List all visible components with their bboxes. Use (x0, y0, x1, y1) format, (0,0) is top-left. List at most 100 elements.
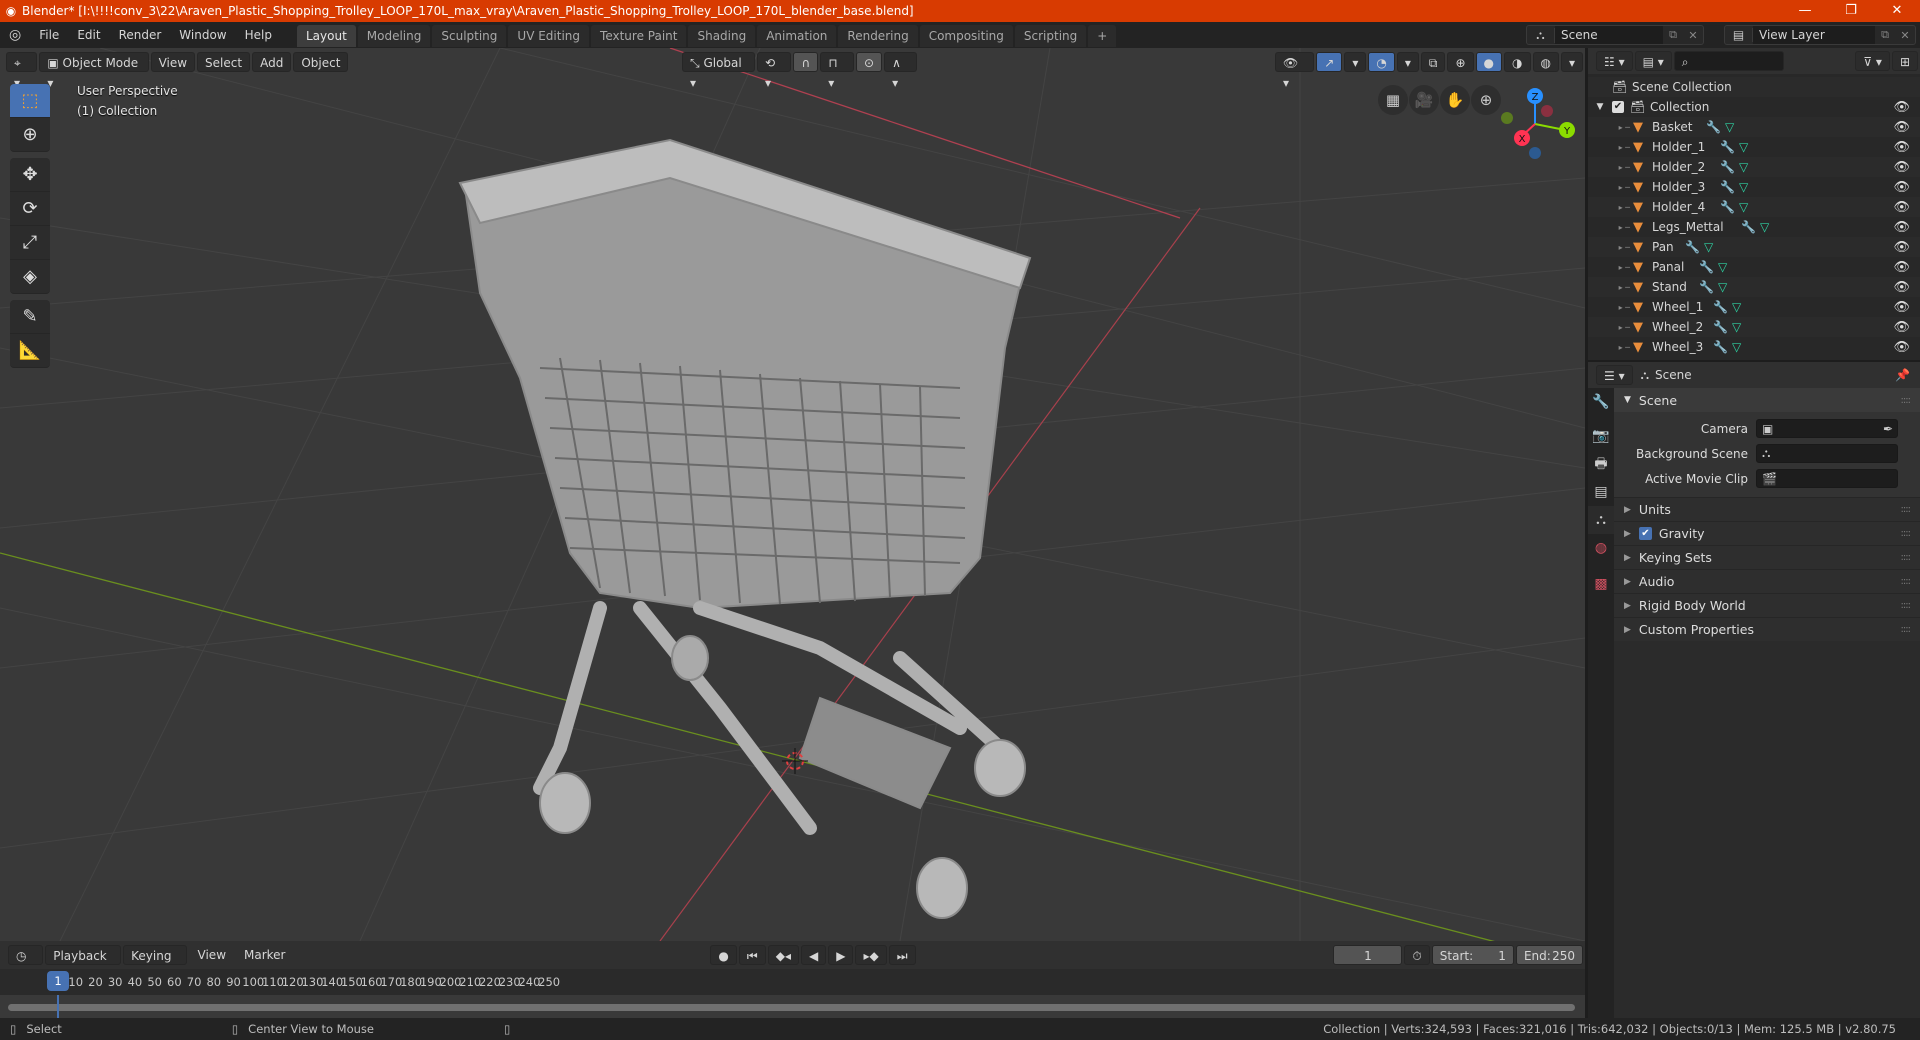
eye-icon[interactable]: 👁 (1893, 160, 1910, 175)
drag-grip-icon[interactable]: :::: (1901, 600, 1912, 611)
eye-icon[interactable]: 👁 (1893, 320, 1910, 335)
select-box-tool[interactable]: ⬚ (10, 84, 50, 118)
eye-icon[interactable]: 👁 (1893, 180, 1910, 195)
modifier-wrench-icon[interactable]: 🔧 (1685, 240, 1700, 254)
drag-grip-icon[interactable]: :::: (1901, 624, 1912, 635)
expand-arrow-icon[interactable]: ▸ ─ (1588, 223, 1630, 232)
panel-audio[interactable]: ▶ Audio:::: (1614, 569, 1920, 593)
mesh-data-icon[interactable]: ▽ (1732, 320, 1741, 334)
mesh-data-icon[interactable]: ▽ (1718, 280, 1727, 294)
menu-object[interactable]: Object (293, 52, 349, 72)
panel-rigid-body-world[interactable]: ▶ Rigid Body World:::: (1614, 593, 1920, 617)
end-frame-field[interactable]: End: 250 (1515, 945, 1583, 965)
outliner-object-row[interactable]: ▸ ─ ▼ Pan 🔧 ▽ 👁 (1588, 237, 1920, 257)
eye-icon[interactable]: 👁 (1893, 240, 1910, 255)
modifier-wrench-icon[interactable]: 🔧 (1706, 120, 1721, 134)
expand-arrow-icon[interactable]: ▸ ─ (1588, 183, 1630, 192)
expand-arrow-icon[interactable]: ▸ ─ (1588, 123, 1630, 132)
scene-panel-header[interactable]: ▼ Scene :::: (1614, 388, 1920, 412)
transform-tool[interactable]: ◈ (10, 260, 50, 294)
panel-gravity[interactable]: ▶ ✔ Gravity:::: (1614, 521, 1920, 545)
expand-arrow-icon[interactable]: ▸ ─ (1588, 303, 1630, 312)
scene-collection-row[interactable]: 🗃 Scene Collection (1588, 77, 1920, 97)
transform-orientation-dropdown[interactable]: ⤡ Global ▾ (682, 52, 756, 90)
eyedropper-icon[interactable]: ✒ (1883, 422, 1893, 436)
overlay-dropdown[interactable]: ▾ (1396, 52, 1419, 72)
mesh-data-icon[interactable]: ▽ (1732, 300, 1741, 314)
outliner-object-row[interactable]: ▸ ─ ▼ Holder_1 🔧 ▽ 👁 (1588, 137, 1920, 157)
drag-grip-icon[interactable]: :::: (1901, 552, 1912, 563)
eye-icon[interactable]: 👁 (1893, 260, 1910, 275)
modifier-wrench-icon[interactable]: 🔧 (1713, 320, 1728, 334)
panel-custom-properties[interactable]: ▶ Custom Properties:::: (1614, 617, 1920, 641)
tab-sculpting[interactable]: Sculpting (432, 25, 507, 47)
modifier-wrench-icon[interactable]: 🔧 (1720, 200, 1735, 214)
mesh-data-icon[interactable]: ▽ (1732, 340, 1741, 354)
rotate-tool[interactable]: ⟳ (10, 192, 50, 226)
outliner-object-row[interactable]: ▸ ─ ▼ Wheel_2 🔧 ▽ 👁 (1588, 317, 1920, 337)
drag-grip-icon[interactable]: :::: (1901, 528, 1912, 539)
mesh-data-icon[interactable]: ▽ (1739, 180, 1748, 194)
eye-icon[interactable]: 👁 (1893, 300, 1910, 315)
drag-grip-icon[interactable]: :::: (1901, 576, 1912, 587)
add-workspace-button[interactable]: + (1088, 25, 1117, 47)
measure-tool[interactable]: 📐 (10, 334, 50, 368)
filter-dropdown[interactable]: ⊽ ▾ (1855, 51, 1890, 71)
move-tool[interactable]: ✥ (10, 158, 50, 192)
mesh-data-icon[interactable]: ▽ (1739, 140, 1748, 154)
expand-arrow-icon[interactable]: ▸ ─ (1588, 203, 1630, 212)
mesh-data-icon[interactable]: ▽ (1704, 240, 1713, 254)
camera-view-icon[interactable]: 🎥 (1409, 85, 1439, 115)
menu-select[interactable]: Select (197, 52, 251, 72)
modifier-wrench-icon[interactable]: 🔧 (1720, 180, 1735, 194)
outliner-object-row[interactable]: ▸ ─ ▼ Legs_Mettal 🔧 ▽ 👁 (1588, 217, 1920, 237)
eye-icon[interactable]: 👁 (1893, 140, 1910, 155)
panel-units[interactable]: ▶ Units:::: (1614, 497, 1920, 521)
timeline-menu-view[interactable]: View (189, 942, 235, 968)
menu-window[interactable]: Window (170, 22, 235, 48)
delete-scene-icon[interactable]: ✕ (1683, 29, 1703, 42)
xray-toggle[interactable]: ⧉ (1420, 52, 1446, 72)
eye-icon[interactable]: 👁 (1893, 120, 1910, 135)
view-layer-tab[interactable]: ▤ (1588, 478, 1614, 506)
close-button[interactable]: ✕ (1874, 0, 1920, 22)
tab-compositing[interactable]: Compositing (919, 25, 1013, 47)
menu-add[interactable]: Add (252, 52, 292, 72)
current-frame-field[interactable]: 1 (1333, 945, 1403, 965)
pin-icon[interactable]: 📌 (1895, 368, 1910, 382)
scene-name-field[interactable]: Scene (1555, 26, 1663, 44)
prev-keyframe-button[interactable]: ◆◂ (767, 945, 799, 965)
snap-toggle[interactable]: ∩ (793, 52, 819, 72)
tool-tab[interactable]: 🔧 (1588, 388, 1614, 416)
texture-tab[interactable]: ▩ (1588, 570, 1614, 598)
expand-arrow-icon[interactable]: ▸ ─ (1588, 163, 1630, 172)
gizmo-toggle[interactable]: ↗ (1316, 52, 1343, 72)
scene-tab[interactable]: ⛬ (1588, 506, 1614, 534)
expand-arrow-icon[interactable]: ▸ ─ (1588, 263, 1630, 272)
outliner-object-row[interactable]: ▸ ─ ▼ Wheel_3 🔧 ▽ 👁 (1588, 337, 1920, 357)
tab-animation[interactable]: Animation (757, 25, 837, 47)
eye-icon[interactable]: 👁 (1893, 200, 1910, 215)
navigation-gizmo[interactable]: Z Y X (1490, 80, 1580, 170)
modifier-wrench-icon[interactable]: 🔧 (1741, 220, 1756, 234)
jump-end-button[interactable]: ⏭ (888, 945, 916, 965)
snap-target-dropdown[interactable]: ⊓ ▾ (820, 52, 855, 90)
world-tab[interactable]: ◍ (1588, 534, 1614, 562)
expand-arrow-icon[interactable]: ▸ ─ (1588, 143, 1630, 152)
proportional-falloff-dropdown[interactable]: ∧ ▾ (884, 52, 918, 90)
outliner-object-row[interactable]: ▸ ─ ▼ Wheel_1 🔧 ▽ 👁 (1588, 297, 1920, 317)
tab-modeling[interactable]: Modeling (357, 25, 431, 47)
play-button[interactable]: ▶ (828, 945, 854, 965)
output-tab[interactable]: 🖶 (1588, 450, 1614, 478)
menu-edit[interactable]: Edit (68, 22, 109, 48)
display-mode-dropdown[interactable]: ▤ ▾ (1634, 51, 1672, 71)
render-tab[interactable]: 📷 (1588, 422, 1614, 450)
view-layer-selector[interactable]: ▤ View Layer ⧉ ✕ (1724, 25, 1916, 45)
record-button[interactable]: ● (710, 945, 737, 965)
outliner-object-row[interactable]: ▸ ─ ▼ Stand 🔧 ▽ 👁 (1588, 277, 1920, 297)
playback-dropdown[interactable]: Playback ▾ (45, 945, 122, 983)
next-keyframe-button[interactable]: ▸◆ (855, 945, 887, 965)
tab-texture-paint[interactable]: Texture Paint (591, 25, 687, 47)
modifier-wrench-icon[interactable]: 🔧 (1713, 300, 1728, 314)
expand-arrow-icon[interactable]: ▸ ─ (1588, 323, 1630, 332)
